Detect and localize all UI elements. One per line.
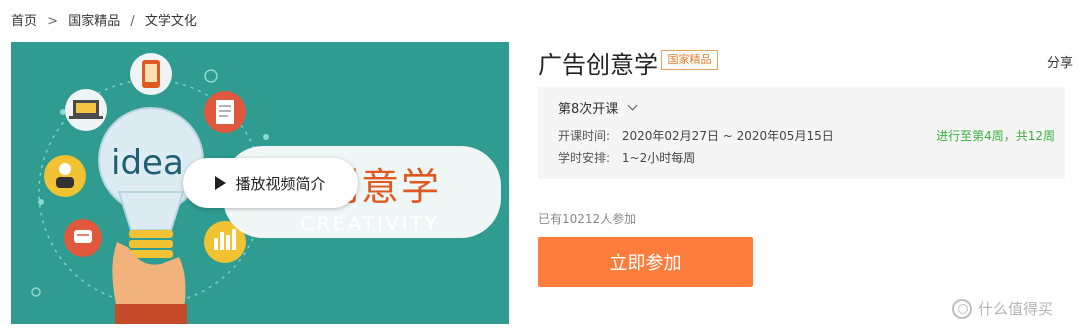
course-time-label: 开课时间: bbox=[558, 129, 611, 143]
watermark-text: 什么值得买 bbox=[978, 300, 1054, 318]
chevron-down-icon bbox=[627, 100, 638, 111]
play-intro-video-button[interactable]: 播放视频简介 bbox=[183, 158, 358, 208]
bulb-text: idea bbox=[111, 143, 184, 183]
play-button-label: 播放视频简介 bbox=[235, 174, 326, 193]
dot-decoration bbox=[38, 199, 44, 205]
creativity-text: CREATIVITY bbox=[300, 213, 439, 235]
course-banner-video[interactable]: idea 广告创意学 CREATIVITY 播放视频简介 bbox=[11, 42, 509, 324]
session-dropdown[interactable]: 第8次开课 bbox=[558, 98, 638, 117]
chat-bubble-decoration bbox=[204, 69, 218, 83]
breadcrumb-subcategory-link[interactable]: 文学文化 bbox=[145, 14, 197, 29]
course-progress-status: 进行至第4周，共12周 bbox=[936, 129, 1055, 143]
breadcrumb-home-link[interactable]: 首页 bbox=[11, 14, 37, 29]
breadcrumb-category-link[interactable]: 国家精品 bbox=[68, 14, 120, 29]
schedule-value: 1~2小时每周 bbox=[621, 151, 696, 165]
session-dropdown-label: 第8次开课 bbox=[558, 102, 619, 117]
play-icon bbox=[215, 176, 227, 190]
join-now-button[interactable]: 立即参加 bbox=[538, 237, 753, 287]
schedule-row: 学时安排: 1~2小时每周 bbox=[558, 149, 695, 166]
watermark: 什么值得买 bbox=[952, 298, 1053, 319]
schedule-label: 学时安排: bbox=[558, 151, 611, 165]
globe-decoration bbox=[31, 287, 41, 297]
breadcrumb-separator: > bbox=[47, 14, 59, 29]
breadcrumb-separator: / bbox=[130, 14, 135, 29]
share-button[interactable]: 分享 bbox=[1047, 52, 1073, 71]
course-title: 广告创意学 bbox=[538, 51, 658, 79]
watermark-logo-icon bbox=[952, 298, 972, 319]
course-time-row: 开课时间: 2020年02月27日 ~ 2020年05月15日 bbox=[558, 127, 834, 144]
breadcrumb: 首页 > 国家精品 / 文学文化 bbox=[11, 10, 197, 29]
national-quality-badge: 国家精品 bbox=[661, 50, 718, 70]
enrolled-count: 已有10212人参加 bbox=[538, 212, 637, 226]
dot-decoration bbox=[263, 134, 269, 140]
course-time-value: 2020年02月27日 ~ 2020年05月15日 bbox=[621, 129, 834, 143]
session-info-panel: 第8次开课 开课时间: 2020年02月27日 ~ 2020年05月15日 学时… bbox=[538, 87, 1065, 179]
person-icon bbox=[44, 155, 86, 197]
